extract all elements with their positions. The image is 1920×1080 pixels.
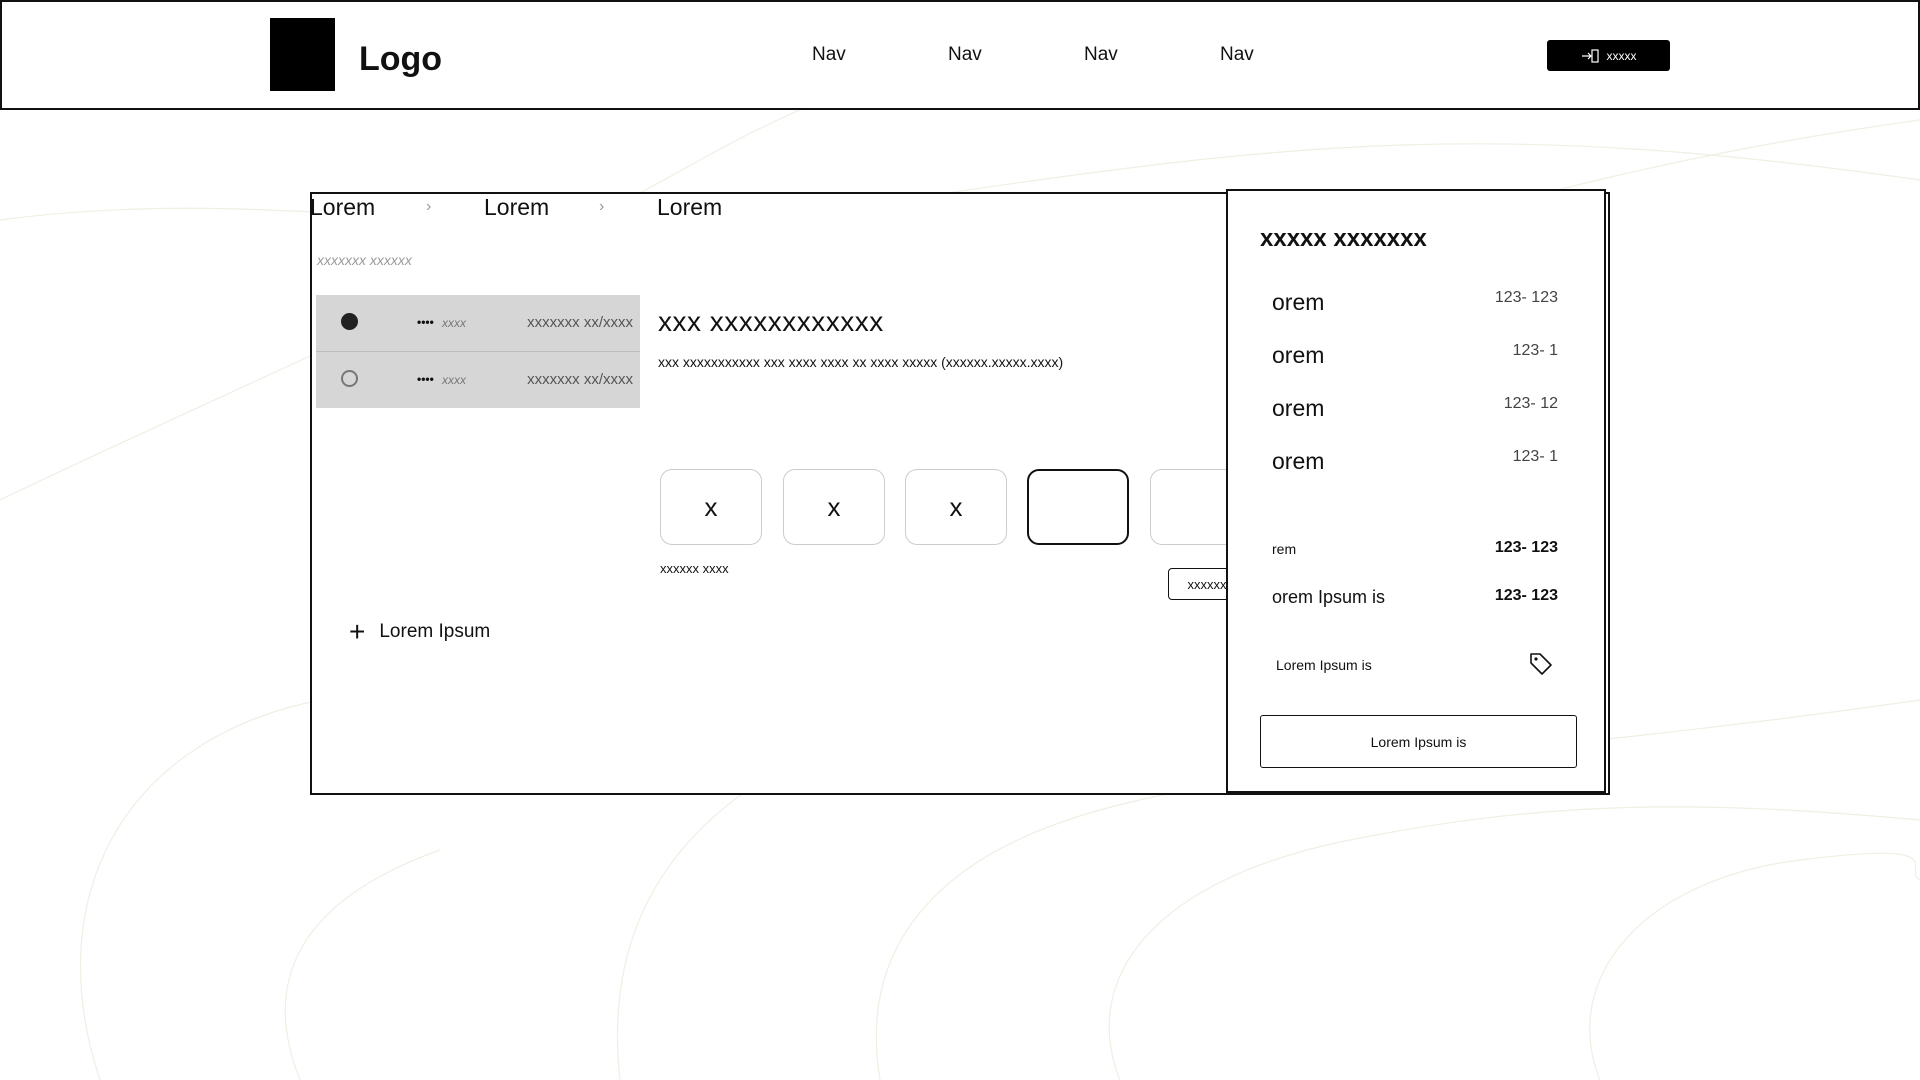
login-button[interactable]: xxxxx	[1547, 40, 1670, 71]
radio-unselected-icon[interactable]	[341, 370, 358, 387]
breadcrumb-item-2[interactable]: Lorem	[484, 194, 549, 221]
otp-digit-2[interactable]: x	[783, 469, 885, 545]
summary-title: xxxxx xxxxxxx	[1260, 225, 1427, 252]
order-summary: xxxxx xxxxxxx orem 123- 123 orem 123- 1 …	[1226, 189, 1606, 793]
breadcrumb-item-3: Lorem	[657, 194, 723, 220]
otp-description: xxx xxxxxxxxxxx xxx xxxx xxxx xx xxxx xx…	[658, 354, 1064, 370]
add-card-label: Lorem Ipsum	[379, 621, 491, 642]
subtotal-value: 123- 123	[1494, 539, 1558, 556]
otp-digit-3[interactable]: x	[905, 469, 1007, 545]
total-label: orem Ipsum is	[1272, 587, 1386, 607]
summary-item-label: orem	[1272, 342, 1325, 368]
nav-link-2[interactable]: Nav	[948, 44, 982, 66]
saved-card-row[interactable]: •••• xxxx xxxxxxx xx/xxxx	[316, 295, 640, 352]
nav-link-3[interactable]: Nav	[1084, 44, 1118, 66]
card-mask: ••••	[417, 372, 434, 386]
summary-item-label: orem	[1272, 395, 1325, 421]
confirm-button[interactable]: Lorem Ipsum is	[1260, 715, 1577, 768]
otp-hint: xxxxxx xxxx	[660, 561, 729, 576]
tag-icon[interactable]	[1528, 651, 1554, 677]
top-navbar: Logo Nav Nav Nav Nav xxxxx	[0, 0, 1920, 110]
card-number: xxxx	[442, 373, 466, 387]
chevron-right-icon: ›	[599, 198, 605, 215]
summary-item-value: 123- 12	[1503, 395, 1558, 412]
chevron-right-icon: ›	[426, 198, 432, 215]
subtotal-label: rem	[1272, 541, 1297, 557]
logo-mark[interactable]	[270, 18, 335, 91]
card-expiry: xxxxxxx xx/xxxx	[527, 371, 633, 388]
coupon-label: Lorem Ipsum is	[1276, 657, 1372, 673]
card-mask: ••••	[417, 315, 434, 329]
total-value: 123- 123	[1494, 587, 1558, 604]
summary-item-label: orem	[1272, 289, 1325, 315]
logo-text[interactable]: Logo	[359, 40, 442, 79]
breadcrumb-item-1[interactable]: Lorem	[310, 194, 375, 221]
otp-title: xxx xxxxxxxxxxxx	[658, 306, 884, 337]
summary-item-value: 123- 123	[1494, 289, 1558, 306]
plus-icon: +	[349, 616, 366, 647]
radio-selected-icon[interactable]	[341, 313, 358, 330]
saved-cards-list: •••• xxxx xxxxxxx xx/xxxx •••• xxxx xxxx…	[316, 295, 640, 408]
nav-link-4[interactable]: Nav	[1220, 44, 1254, 66]
summary-item-label: orem	[1272, 448, 1325, 474]
login-button-label: xxxxx	[1606, 48, 1637, 63]
add-card-button[interactable]: + Lorem Ipsum	[349, 618, 490, 646]
coupon-row: Lorem Ipsum is	[1276, 651, 1566, 681]
otp-digit-1[interactable]: x	[660, 469, 762, 545]
summary-item-value: 123- 1	[1512, 342, 1558, 359]
card-number: xxxx	[442, 316, 466, 330]
section-subtitle: xxxxxxx xxxxxx	[317, 252, 412, 268]
summary-item-value: 123- 1	[1512, 448, 1558, 465]
otp-digit-4[interactable]	[1027, 469, 1129, 545]
card-expiry: xxxxxxx xx/xxxx	[527, 314, 633, 331]
nav-link-1[interactable]: Nav	[812, 44, 846, 66]
saved-card-row[interactable]: •••• xxxx xxxxxxx xx/xxxx	[316, 352, 640, 408]
login-icon	[1581, 48, 1599, 63]
